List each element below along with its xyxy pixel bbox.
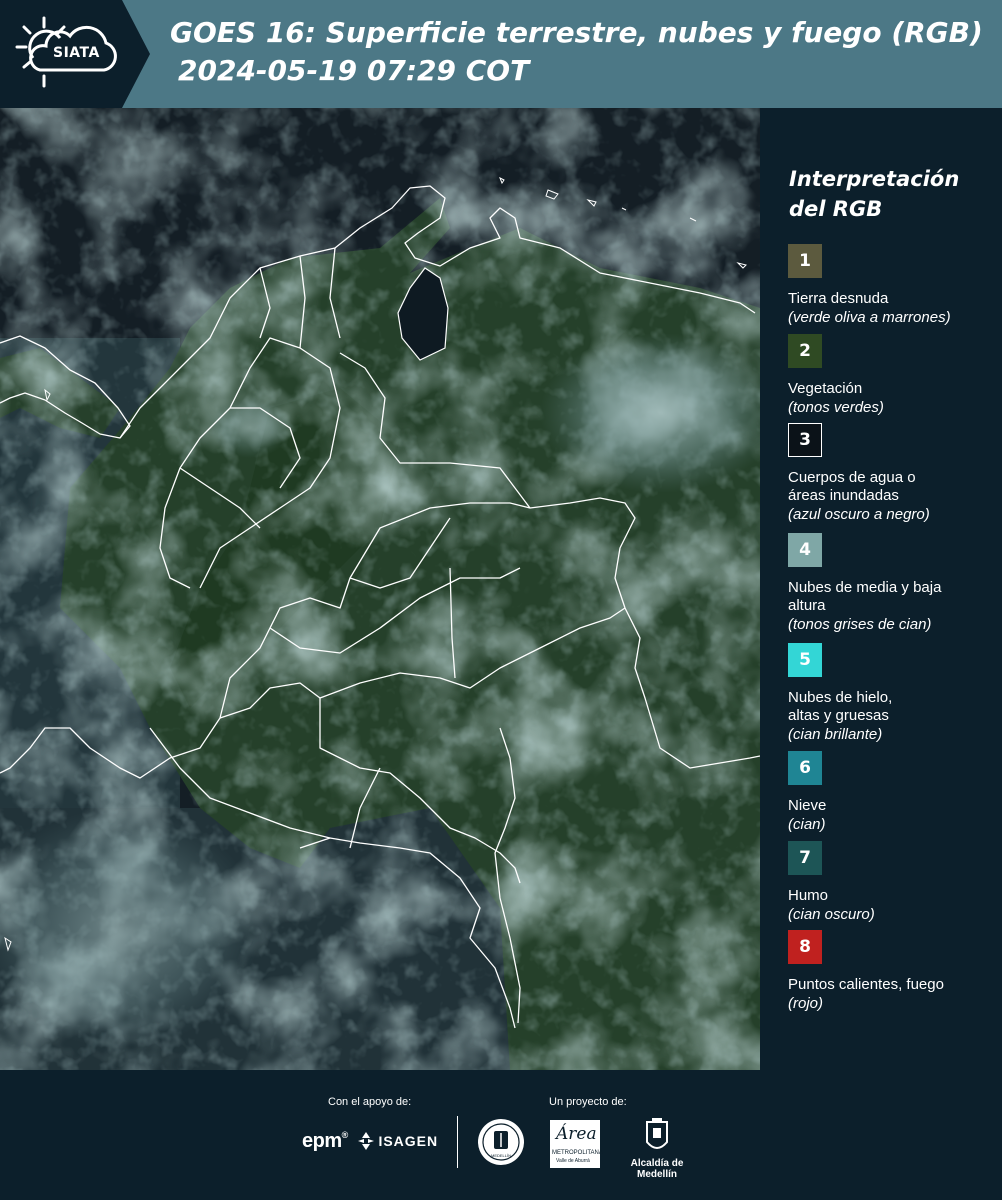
legend-number: 4 xyxy=(799,540,811,560)
area-logo-subtitle2: Valle de Aburrá xyxy=(556,1158,590,1164)
legend-number: 1 xyxy=(799,251,811,271)
legend-desc: (azul oscuro a negro) xyxy=(788,506,930,523)
footer-divider xyxy=(457,1116,458,1168)
legend-item-smoke: 7 Humo (cian oscuro) xyxy=(788,841,998,924)
title-product: GOES 16: Superficie terrestre, nubes y f… xyxy=(170,16,983,49)
legend-item-vegetation: 2 Vegetación (tonos verdes) xyxy=(788,334,998,417)
epm-logo: epm® xyxy=(302,1130,348,1152)
legend-number: 5 xyxy=(799,650,811,670)
legend-desc: (cian) xyxy=(788,816,826,833)
legend-swatch: 7 xyxy=(788,841,822,875)
legend-label: Humo xyxy=(788,887,829,904)
legend-label: Nubes de hielo, altas y gruesas xyxy=(788,689,893,724)
epm-logo-text: epm xyxy=(302,1130,342,1152)
legend-number: 8 xyxy=(799,937,811,957)
legend-title: Interpretación del RGB xyxy=(789,164,959,224)
legend-number: 3 xyxy=(799,430,811,450)
alcaldia-text: Alcaldía de Medellín xyxy=(630,1158,684,1180)
legend-number: 2 xyxy=(799,341,811,361)
legend-desc: (tonos grises de cian) xyxy=(788,616,932,633)
legend-label: Vegetación xyxy=(788,380,863,397)
alcaldia-medellin-logo: Alcaldía de Medellín xyxy=(612,1118,702,1180)
rgb-legend: Interpretación del RGB 1 Tierra desnuda … xyxy=(762,108,1002,1070)
page-title: GOES 16: Superficie terrestre, nubes y f… xyxy=(170,14,983,90)
legend-label: Cuerpos de agua o áreas inundadas xyxy=(788,469,916,504)
legend-item-water: 3 Cuerpos de agua o áreas inundadas (azu… xyxy=(788,423,998,524)
legend-number: 6 xyxy=(799,758,811,778)
legend-title-line1: Interpretación xyxy=(789,167,960,191)
legend-item-ice-clouds: 5 Nubes de hielo, altas y gruesas (cian … xyxy=(788,643,998,744)
legend-desc: (verde oliva a marrones) xyxy=(788,309,951,326)
area-logo-title: Área xyxy=(556,1124,597,1144)
legend-swatch: 2 xyxy=(788,334,822,368)
satellite-map xyxy=(0,108,760,1070)
area-metropolitana-logo: Área METROPOLITANA Valle de Aburrá xyxy=(550,1120,603,1168)
legend-desc: (tonos verdes) xyxy=(788,399,884,416)
legend-swatch: 6 xyxy=(788,751,822,785)
seal-text: MEDELLÍN xyxy=(490,1153,511,1158)
legend-item-mid-low-clouds: 4 Nubes de media y baja altura (tonos gr… xyxy=(788,533,998,634)
isagen-logo: ISAGEN xyxy=(358,1132,438,1150)
siata-logo: SIATA xyxy=(0,0,150,108)
legend-item-snow: 6 Nieve (cian) xyxy=(788,751,998,834)
legend-item-fire: 8 Puntos calientes, fuego (rojo) xyxy=(788,930,998,1013)
header: SIATA GOES 16: Superficie terrestre, nub… xyxy=(0,0,1002,108)
satellite-image xyxy=(0,108,760,1070)
legend-swatch: 5 xyxy=(788,643,822,677)
legend-label: Tierra desnuda xyxy=(788,290,889,307)
area-logo-subtitle: METROPOLITANA xyxy=(552,1150,603,1156)
project-label: Un proyecto de: xyxy=(549,1096,627,1108)
legend-swatch: 1 xyxy=(788,244,822,278)
legend-swatch: 4 xyxy=(788,533,822,567)
medellin-university-seal: MEDELLÍN xyxy=(477,1118,525,1166)
medellin-coat-of-arms-icon xyxy=(646,1118,668,1149)
legend-title-line2: del RGB xyxy=(789,197,883,221)
support-label: Con el apoyo de: xyxy=(328,1096,412,1108)
legend-swatch: 3 xyxy=(788,423,822,457)
footer: Con el apoyo de: Un proyecto de: epm® IS… xyxy=(0,1070,1002,1200)
legend-item-bare-land: 1 Tierra desnuda (verde oliva a marrones… xyxy=(788,244,998,327)
legend-number: 7 xyxy=(799,848,811,868)
siata-logo-text: SIATA xyxy=(53,45,100,61)
legend-label: Puntos calientes, fuego xyxy=(788,976,944,993)
legend-label: Nieve xyxy=(788,797,827,814)
isagen-icon xyxy=(358,1132,374,1150)
legend-desc: (cian brillante) xyxy=(788,726,883,743)
isagen-logo-text: ISAGEN xyxy=(378,1133,439,1149)
legend-desc: (rojo) xyxy=(788,995,824,1012)
title-timestamp: 2024-05-19 07:29 COT xyxy=(178,54,530,87)
legend-swatch: 8 xyxy=(788,930,822,964)
legend-label: Nubes de media y baja altura xyxy=(788,579,942,614)
legend-desc: (cian oscuro) xyxy=(788,906,875,923)
